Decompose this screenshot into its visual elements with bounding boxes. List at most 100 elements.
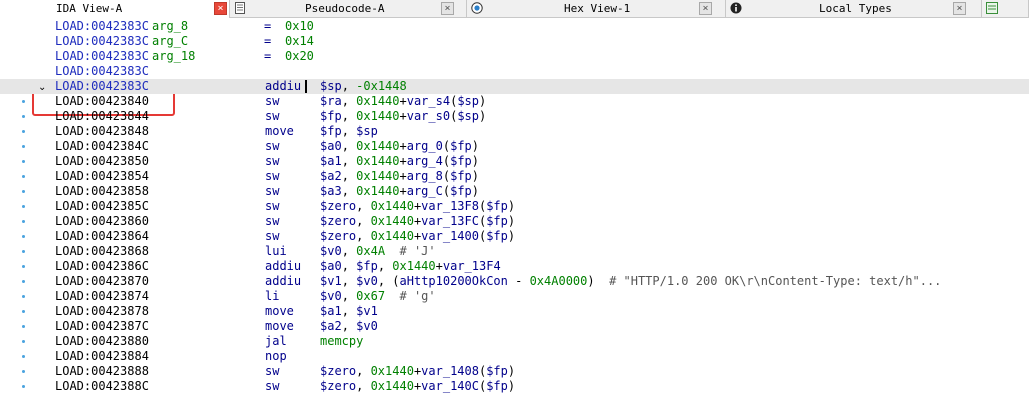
symbol-name[interactable]: arg_8: [407, 169, 443, 183]
address[interactable]: LOAD:00423844: [55, 109, 149, 124]
register[interactable]: $v0: [320, 289, 342, 303]
instruction-line[interactable]: LOAD:00423860 sw $zero, 0x1440+var_13FC($f…: [0, 214, 1029, 229]
address[interactable]: LOAD:00423848: [55, 124, 149, 139]
register[interactable]: $sp: [356, 124, 378, 138]
instruction-line[interactable]: LOAD:0042386C addiu $a0, $fp, 0x1440+var_1…: [0, 259, 1029, 274]
register[interactable]: $sp: [320, 79, 342, 93]
instruction-line[interactable]: LOAD:00423864 sw $zero, 0x1440+var_1400($f…: [0, 229, 1029, 244]
register[interactable]: $a1: [320, 304, 342, 318]
instruction-line[interactable]: LOAD:00423884 nop: [0, 349, 1029, 364]
operands[interactable]: memcpy: [320, 334, 363, 349]
mnemonic[interactable]: sw: [265, 379, 279, 394]
register[interactable]: $fp: [486, 364, 508, 378]
register[interactable]: $fp: [486, 214, 508, 228]
stack-var-line[interactable]: LOAD:0042383C: [0, 64, 1029, 79]
symbol-name[interactable]: var_1408: [421, 364, 479, 378]
stack-var-name[interactable]: arg_18: [152, 49, 195, 64]
symbol-name[interactable]: var_s4: [407, 94, 450, 108]
mnemonic[interactable]: li: [265, 289, 279, 304]
operands[interactable]: $fp, $sp: [320, 124, 378, 139]
mnemonic[interactable]: addiu: [265, 79, 301, 94]
mnemonic[interactable]: sw: [265, 214, 279, 229]
mnemonic[interactable]: sw: [265, 364, 279, 379]
address[interactable]: LOAD:0042385C: [55, 199, 149, 214]
register[interactable]: $a3: [320, 184, 342, 198]
register[interactable]: $zero: [320, 379, 356, 393]
register[interactable]: $ra: [320, 94, 342, 108]
address[interactable]: LOAD:00423860: [55, 214, 149, 229]
symbol-name[interactable]: var_140C: [421, 379, 479, 393]
register[interactable]: $fp: [320, 109, 342, 123]
tab-pseudocode-a[interactable]: Pseudocode-A ×: [230, 0, 467, 17]
operands[interactable]: $a3, 0x1440+arg_C($fp): [320, 184, 479, 199]
register[interactable]: $zero: [320, 214, 356, 228]
symbol-name[interactable]: var_s0: [407, 109, 450, 123]
close-tab-icon[interactable]: ×: [699, 2, 712, 15]
mnemonic[interactable]: sw: [265, 184, 279, 199]
symbol-name[interactable]: var_13F4: [443, 259, 501, 273]
address[interactable]: LOAD:0042388C: [55, 379, 149, 394]
operands[interactable]: $a0, $fp, 0x1440+var_13F4: [320, 259, 501, 274]
operands[interactable]: $zero, 0x1440+var_140C($fp): [320, 379, 515, 394]
register[interactable]: $fp: [486, 199, 508, 213]
operands[interactable]: $a2, 0x1440+arg_8($fp): [320, 169, 479, 184]
register[interactable]: $v1: [356, 304, 378, 318]
mnemonic[interactable]: addiu: [265, 274, 301, 289]
operands[interactable]: $zero, 0x1440+var_1408($fp): [320, 364, 515, 379]
register[interactable]: $v1: [320, 274, 342, 288]
instruction-line[interactable]: LOAD:00423874 li $v0, 0x67 # 'g': [0, 289, 1029, 304]
operands[interactable]: $sp, -0x1448: [320, 79, 407, 94]
address[interactable]: LOAD:00423840: [55, 94, 149, 109]
instruction-line[interactable]: LOAD:00423880 jal memcpy: [0, 334, 1029, 349]
operands[interactable]: $zero, 0x1440+var_1400($fp): [320, 229, 515, 244]
address[interactable]: LOAD:00423850: [55, 154, 149, 169]
mnemonic[interactable]: jal: [265, 334, 287, 349]
operands[interactable]: $a1, 0x1440+arg_4($fp): [320, 154, 479, 169]
operands[interactable]: $a1, $v1: [320, 304, 378, 319]
register[interactable]: $fp: [356, 259, 378, 273]
mnemonic[interactable]: sw: [265, 169, 279, 184]
register[interactable]: $zero: [320, 199, 356, 213]
symbol-name[interactable]: var_13FC: [421, 214, 479, 228]
address[interactable]: LOAD:00423884: [55, 349, 149, 364]
instruction-line[interactable]: LOAD:0042384C sw $a0, 0x1440+arg_0($fp): [0, 139, 1029, 154]
collapse-function-icon[interactable]: ⌄: [38, 80, 46, 95]
register[interactable]: $fp: [450, 139, 472, 153]
operands[interactable]: $v0, 0x4A # 'J': [320, 244, 436, 259]
mnemonic[interactable]: lui: [265, 244, 287, 259]
register[interactable]: $v0: [320, 244, 342, 258]
symbol-name[interactable]: aHttp10200OkCon: [400, 274, 508, 288]
address[interactable]: LOAD:00423888: [55, 364, 149, 379]
register[interactable]: $fp: [450, 154, 472, 168]
register[interactable]: $sp: [457, 109, 479, 123]
stack-var-line[interactable]: LOAD:0042383C arg_C = 0x14: [0, 34, 1029, 49]
register[interactable]: $a0: [320, 259, 342, 273]
instruction-line[interactable]: LOAD:00423850 sw $a1, 0x1440+arg_4($fp): [0, 154, 1029, 169]
tab-local-types[interactable]: Local Types ×: [726, 0, 982, 17]
instruction-line[interactable]: LOAD:0042388C sw $zero, 0x1440+var_140C($f…: [0, 379, 1029, 394]
instruction-line[interactable]: LOAD:00423858 sw $a3, 0x1440+arg_C($fp): [0, 184, 1029, 199]
symbol-name[interactable]: var_13F8: [421, 199, 479, 213]
register[interactable]: $fp: [486, 379, 508, 393]
address[interactable]: LOAD:0042387C: [55, 319, 149, 334]
mnemonic[interactable]: sw: [265, 109, 279, 124]
instruction-line[interactable]: LOAD:00423844 sw $fp, 0x1440+var_s0($sp): [0, 109, 1029, 124]
address[interactable]: LOAD:00423858: [55, 184, 149, 199]
symbol-name[interactable]: arg_0: [407, 139, 443, 153]
mnemonic[interactable]: sw: [265, 229, 279, 244]
tab-structures[interactable]: [982, 0, 1029, 17]
address[interactable]: LOAD:00423870: [55, 274, 149, 289]
address[interactable]: LOAD:0042383C: [55, 79, 149, 94]
operands[interactable]: $a0, 0x1440+arg_0($fp): [320, 139, 479, 154]
instruction-line[interactable]: LOAD:00423870 addiu $v1, $v0, (aHttp10200O…: [0, 274, 1029, 289]
symbol-name[interactable]: arg_4: [407, 154, 443, 168]
mnemonic[interactable]: sw: [265, 154, 279, 169]
register[interactable]: $v0: [356, 319, 378, 333]
instruction-line[interactable]: LOAD:00423854 sw $a2, 0x1440+arg_8($fp): [0, 169, 1029, 184]
mnemonic[interactable]: move: [265, 124, 294, 139]
mnemonic[interactable]: move: [265, 319, 294, 334]
register[interactable]: $a1: [320, 154, 342, 168]
close-tab-icon[interactable]: ×: [441, 2, 454, 15]
register[interactable]: $fp: [450, 169, 472, 183]
tab-ida-view-a[interactable]: IDA View-A ×: [0, 0, 230, 18]
